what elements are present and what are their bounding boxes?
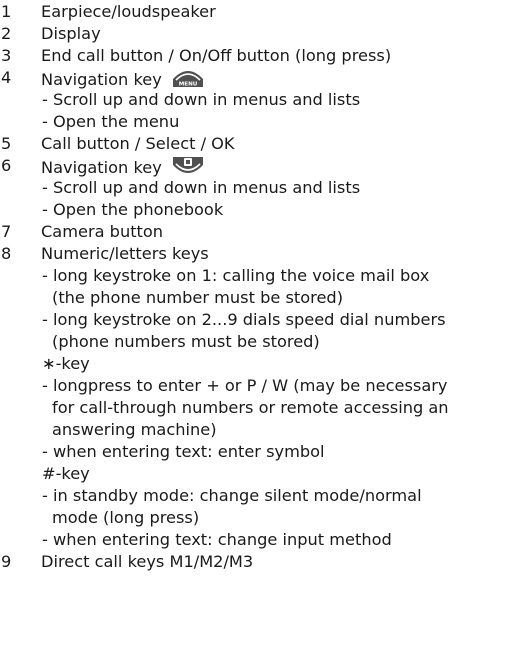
item-number: 4 bbox=[1, 68, 12, 87]
item-label: Display bbox=[41, 24, 101, 43]
item-number: 3 bbox=[1, 46, 12, 65]
item-label: Call button / Select / OK bbox=[41, 134, 235, 153]
item-label: Earpiece/loudspeaker bbox=[41, 2, 216, 21]
phonebook-key-icon bbox=[172, 157, 203, 173]
menu-key-icon: MENU bbox=[172, 71, 203, 88]
item-label: Direct call keys M1/M2/M3 bbox=[41, 552, 254, 571]
item-label: Navigation key bbox=[41, 158, 162, 177]
item-number: 6 bbox=[1, 156, 12, 175]
item-number: 8 bbox=[1, 244, 12, 263]
item-number: 9 bbox=[1, 552, 12, 571]
item-label: Numeric/letters keys bbox=[41, 244, 209, 263]
item-label: Navigation key bbox=[41, 70, 162, 89]
item-number: 7 bbox=[1, 222, 12, 241]
item-number: 5 bbox=[1, 134, 12, 153]
item-label: End call button / On/Off button (long pr… bbox=[41, 46, 392, 65]
item-number: 2 bbox=[1, 24, 12, 43]
menu-key-icon-text: MENU bbox=[179, 82, 198, 88]
item-label: Camera button bbox=[41, 222, 164, 241]
item-number: 1 bbox=[1, 2, 12, 21]
